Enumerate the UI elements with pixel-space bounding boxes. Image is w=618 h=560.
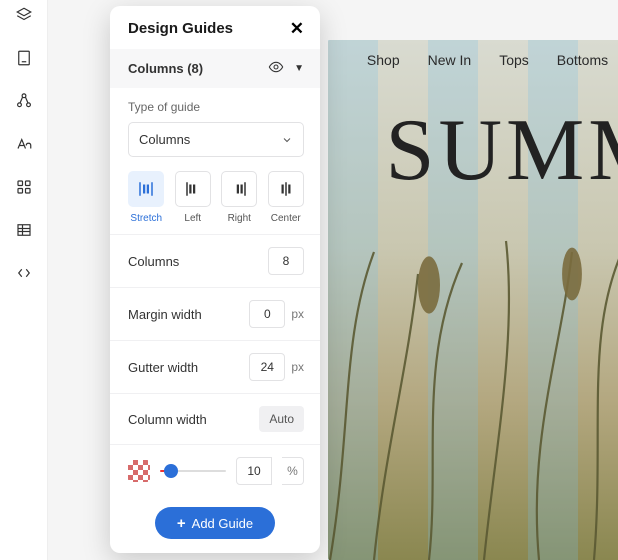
guide-type-value: Columns [139,132,190,147]
design-guides-panel: Design Guides ✕ Columns (8) ▼ Type of gu… [110,6,320,553]
hero-preview: Shop New In Tops Bottoms Accesso SUMM [328,40,618,560]
align-stretch[interactable]: Stretch [128,171,165,224]
opacity-unit: % [282,457,304,485]
layers-icon[interactable] [15,6,33,29]
close-icon[interactable]: ✕ [290,20,304,37]
hero-title: SUMM [328,100,618,201]
columns-input[interactable] [268,247,304,275]
gutter-row: Gutter width px [110,340,320,393]
nav-item[interactable]: Shop [367,52,400,68]
add-guide-label: Add Guide [192,516,253,531]
column-width-label: Column width [128,412,207,427]
gutter-unit: px [291,360,304,374]
gutter-input[interactable] [249,353,285,381]
alignment-row: Stretch Left Right Center [128,171,304,224]
color-swatch[interactable] [128,460,150,482]
opacity-input[interactable] [236,457,272,485]
hero-grass-art [308,240,618,560]
gutter-label: Gutter width [128,360,198,375]
nav-item[interactable]: Tops [499,52,529,68]
hero-nav: Shop New In Tops Bottoms Accesso [328,52,618,68]
table-icon[interactable] [15,221,33,244]
visibility-icon[interactable] [268,59,284,78]
columns-label: Columns [128,254,179,269]
section-label: Columns (8) [128,61,203,76]
tool-rail [0,0,48,560]
guide-type-select[interactable]: Columns [128,122,304,157]
opacity-slider[interactable] [160,461,226,481]
nav-item[interactable]: New In [428,52,472,68]
margin-row: Margin width px [110,287,320,340]
column-width-row: Column width Auto [110,393,320,444]
page-icon[interactable] [15,49,33,72]
typography-icon[interactable] [15,135,33,158]
opacity-row: % [110,444,320,497]
nav-item[interactable]: Bottoms [557,52,608,68]
align-left[interactable]: Left [175,171,212,224]
add-guide-button[interactable]: + Add Guide [155,507,275,539]
column-width-value[interactable]: Auto [259,406,304,432]
share-icon[interactable] [15,92,33,115]
panel-title: Design Guides [128,20,233,37]
margin-unit: px [291,307,304,321]
plus-icon: + [177,516,186,531]
apps-icon[interactable] [15,178,33,201]
align-right[interactable]: Right [221,171,258,224]
chevron-down-icon[interactable]: ▼ [294,63,304,74]
margin-input[interactable] [249,300,285,328]
type-label: Type of guide [128,100,304,114]
section-header[interactable]: Columns (8) ▼ [110,49,320,88]
align-center[interactable]: Center [268,171,305,224]
code-icon[interactable] [15,264,33,287]
margin-label: Margin width [128,307,202,322]
columns-row: Columns [110,234,320,287]
